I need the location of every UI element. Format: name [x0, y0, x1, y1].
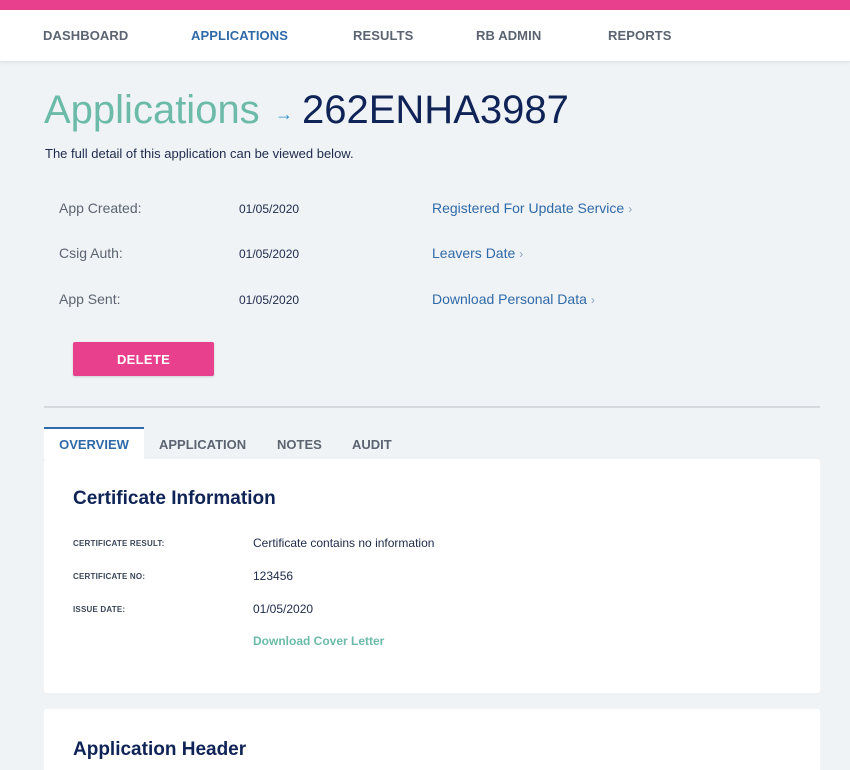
top-accent-bar — [0, 0, 850, 10]
app-sent-label: App Sent: — [59, 291, 121, 307]
leavers-date-link[interactable]: Leavers Date › — [432, 245, 523, 261]
application-header-card: Application Header — [44, 709, 820, 770]
certificate-result-label: CERTIFICATE RESULT: — [73, 539, 165, 548]
download-personal-data-link[interactable]: Download Personal Data › — [432, 291, 595, 307]
issue-date-value: 01/05/2020 — [253, 602, 314, 616]
tab-application[interactable]: APPLICATION — [159, 427, 246, 459]
certificate-information-title: Certificate Information — [73, 488, 276, 509]
certificate-no-label: CERTIFICATE NO: — [73, 572, 146, 581]
main-nav: DASHBOARD APPLICATIONS RESULTS RB ADMIN … — [0, 10, 850, 62]
tab-notes[interactable]: NOTES — [277, 427, 322, 459]
chevron-right-icon: › — [590, 293, 595, 307]
page-intro: The full detail of this application can … — [45, 146, 354, 161]
application-id: 262ENHA3987 — [302, 88, 569, 132]
download-personal-data-label: Download Personal Data — [432, 291, 587, 307]
issue-date-label: ISSUE DATE: — [73, 605, 126, 614]
application-header-title: Application Header — [73, 739, 247, 760]
nav-item-applications[interactable]: APPLICATIONS — [191, 28, 288, 43]
delete-button[interactable]: DELETE — [73, 342, 214, 376]
nav-item-results[interactable]: RESULTS — [353, 28, 413, 43]
nav-item-rb-admin[interactable]: RB ADMIN — [476, 28, 541, 43]
section-divider — [44, 406, 820, 408]
tab-overview[interactable]: OVERVIEW — [44, 427, 144, 459]
app-created-value: 01/05/2020 — [239, 202, 300, 216]
chevron-right-icon: › — [519, 247, 524, 261]
nav-item-reports[interactable]: REPORTS — [608, 28, 672, 43]
app-sent-value: 01/05/2020 — [239, 293, 300, 307]
csig-auth-value: 01/05/2020 — [239, 247, 300, 261]
arrow-right-icon: → — [275, 104, 293, 124]
chevron-right-icon: › — [628, 202, 633, 216]
app-created-label: App Created: — [59, 200, 142, 216]
nav-item-dashboard[interactable]: DASHBOARD — [43, 28, 128, 43]
registered-update-service-label: Registered For Update Service — [432, 200, 625, 216]
download-cover-letter-link[interactable]: Download Cover Letter — [253, 634, 384, 648]
csig-auth-label: Csig Auth: — [59, 245, 123, 261]
tab-audit[interactable]: AUDIT — [352, 427, 392, 459]
page-title: Applications — [44, 88, 260, 132]
certificate-no-value: 123456 — [253, 569, 294, 583]
leavers-date-label: Leavers Date — [432, 245, 516, 261]
certificate-result-value: Certificate contains no information — [253, 536, 435, 550]
certificate-information-card: Certificate Information CERTIFICATE RESU… — [44, 459, 820, 693]
registered-update-service-link[interactable]: Registered For Update Service › — [432, 200, 632, 216]
